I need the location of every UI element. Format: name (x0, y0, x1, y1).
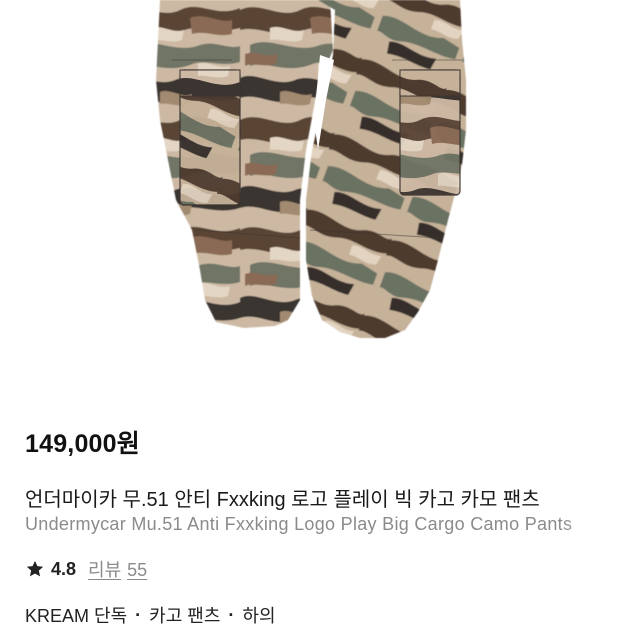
tag-separator: · (135, 604, 142, 625)
rating-row: 4.8 리뷰 55 (25, 556, 147, 582)
product-image[interactable] (0, 0, 620, 380)
review-label: 리뷰 (88, 560, 122, 580)
product-title-english[interactable]: Undermycar Mu.51 Anti Fxxking Logo Play … (25, 514, 620, 535)
product-title-korean[interactable]: 언더마이카 무.51 안티 Fxxking 로고 플레이 빅 카고 카모 팬츠 (25, 483, 620, 512)
tag-separator: · (228, 604, 235, 625)
tag-bottoms[interactable]: 하의 (242, 602, 275, 628)
tag-kream-exclusive[interactable]: KREAM 단독 (25, 602, 127, 628)
product-price: 149,000원 (25, 430, 140, 458)
tag-cargo-pants[interactable]: 카고 팬츠 (149, 602, 220, 628)
camo-pants-photo (156, 0, 466, 338)
review-link[interactable]: 리뷰 55 (88, 556, 147, 582)
review-count: 55 (127, 560, 148, 580)
rating-value: 4.8 (51, 558, 77, 579)
tags-row: KREAM 단독 · 카고 팬츠 · 하의 (25, 602, 276, 628)
star-icon (26, 560, 44, 577)
